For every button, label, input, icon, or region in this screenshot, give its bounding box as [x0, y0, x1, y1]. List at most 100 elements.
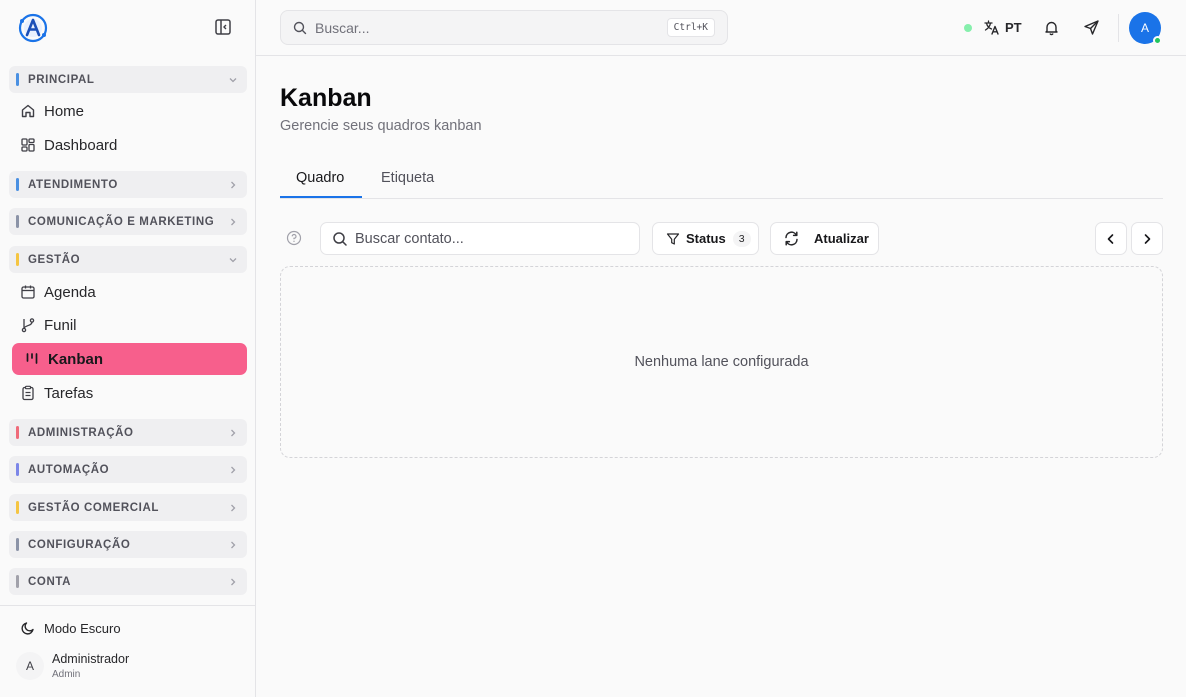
- kanban-board-empty-state: Nenhuma lane configurada: [280, 266, 1163, 458]
- section-title: GESTÃO COMERCIAL: [28, 501, 159, 514]
- search-shortcut-hint: Ctrl+K: [666, 18, 715, 37]
- search-icon: [333, 231, 347, 246]
- section-title: AUTOMAÇÃO: [28, 463, 110, 476]
- chevron-right-icon: [231, 541, 236, 548]
- sidebar-item-agenda[interactable]: Agenda: [12, 276, 247, 308]
- sidebar-item-kanban[interactable]: Kanban: [12, 343, 247, 375]
- dark-mode-label: Modo Escuro: [44, 620, 121, 636]
- sidebar-item-home[interactable]: Home: [12, 95, 247, 127]
- page-subtitle: Gerencie seus quadros kanban: [280, 118, 482, 134]
- section-color-bar: [16, 426, 19, 439]
- section-configuracao[interactable]: CONFIGURAÇÃO: [9, 531, 247, 558]
- section-title: PRINCIPAL: [28, 73, 95, 86]
- section-color-bar: [16, 463, 19, 476]
- empty-state-message: Nenhuma lane configurada: [634, 354, 809, 370]
- header-divider: [1118, 14, 1119, 42]
- sidebar-item-label: Kanban: [48, 350, 104, 368]
- chevron-left-icon: [1107, 233, 1114, 244]
- tab-etiqueta[interactable]: Etiqueta: [381, 170, 434, 186]
- section-gestao[interactable]: GESTÃO: [9, 246, 247, 273]
- top-bar: Buscar... Ctrl+K PT A: [256, 0, 1186, 56]
- online-status-indicator: [964, 24, 972, 32]
- sidebar-header: [0, 0, 255, 56]
- search-icon: [293, 21, 307, 34]
- contact-search-placeholder: Buscar contato...: [355, 230, 464, 247]
- section-conta[interactable]: CONTA: [9, 568, 247, 595]
- user-avatar-button[interactable]: A: [1129, 12, 1162, 45]
- user-role: Admin: [52, 669, 81, 680]
- status-count-badge: 3: [732, 230, 751, 247]
- section-color-bar: [16, 538, 19, 551]
- section-title: ADMINISTRAÇÃO: [28, 426, 134, 439]
- sidebar-item-label: Agenda: [44, 283, 96, 301]
- translate-icon: [984, 20, 999, 35]
- sidebar-item-label: Tarefas: [44, 384, 94, 402]
- language-code: PT: [1005, 20, 1022, 35]
- app-logo-icon[interactable]: [16, 11, 50, 45]
- chevron-down-icon: [229, 257, 237, 262]
- chevron-right-icon: [231, 578, 236, 585]
- sidebar-item-tarefas[interactable]: Tarefas: [12, 377, 247, 409]
- scroll-left-button[interactable]: [1095, 222, 1127, 255]
- user-name: Administrador: [52, 652, 130, 666]
- chevron-right-icon: [231, 504, 236, 511]
- section-color-bar: [16, 215, 19, 228]
- section-color-bar: [16, 575, 19, 588]
- status-filter-button[interactable]: Status 3: [652, 222, 759, 255]
- chevron-right-icon: [231, 429, 236, 436]
- bell-icon[interactable]: [1043, 19, 1060, 36]
- section-atendimento[interactable]: ATENDIMENTO: [9, 171, 247, 198]
- send-icon[interactable]: [1083, 19, 1100, 36]
- sidebar-item-dashboard[interactable]: Dashboard: [12, 129, 247, 161]
- sidebar-footer: Modo Escuro A Administrador Admin: [0, 605, 255, 697]
- chevron-down-icon: [229, 77, 237, 82]
- refresh-icon: [785, 231, 798, 246]
- sidebar: PRINCIPAL Home Dashboard ATENDIMENTO COM…: [0, 0, 256, 697]
- sidebar-item-label: Funil: [44, 316, 77, 334]
- section-title: GESTÃO: [28, 253, 81, 266]
- refresh-button[interactable]: Atualizar: [770, 222, 879, 255]
- collapse-sidebar-icon[interactable]: [214, 18, 232, 36]
- section-automacao[interactable]: AUTOMAÇÃO: [9, 456, 247, 483]
- section-title: CONFIGURAÇÃO: [28, 538, 131, 551]
- calendar-icon: [20, 284, 36, 300]
- scroll-right-button[interactable]: [1131, 222, 1163, 255]
- search-placeholder: Buscar...: [315, 19, 370, 36]
- language-switcher[interactable]: PT: [983, 19, 1022, 36]
- chevron-right-icon: [231, 466, 236, 473]
- section-title: COMUNICAÇÃO E MARKETING: [28, 215, 215, 228]
- tab-quadro[interactable]: Quadro: [296, 170, 344, 186]
- help-circle-icon[interactable]: [286, 230, 302, 246]
- git-branch-icon: [20, 317, 36, 333]
- section-comunicacao-marketing[interactable]: COMUNICAÇÃO E MARKETING: [9, 208, 247, 235]
- active-tab-indicator: [280, 196, 362, 198]
- section-color-bar: [16, 73, 19, 86]
- chevron-right-icon: [231, 181, 236, 188]
- global-search-input[interactable]: Buscar... Ctrl+K: [280, 10, 728, 45]
- chevron-right-icon: [231, 218, 236, 225]
- avatar: A: [16, 652, 44, 680]
- sidebar-user-profile[interactable]: A Administrador Admin: [16, 652, 129, 680]
- contact-search-input[interactable]: Buscar contato...: [320, 222, 640, 255]
- dark-mode-toggle[interactable]: Modo Escuro: [20, 620, 121, 636]
- section-color-bar: [16, 501, 19, 514]
- tab-bar: Quadro Etiqueta: [280, 168, 1163, 199]
- clipboard-list-icon: [20, 385, 36, 401]
- sidebar-item-label: Home: [44, 102, 85, 120]
- status-filter-label: Status: [686, 231, 726, 246]
- sidebar-item-funil[interactable]: Funil: [12, 309, 247, 341]
- refresh-label: Atualizar: [814, 231, 869, 246]
- filter-icon: [666, 232, 680, 245]
- dashboard-icon: [20, 137, 36, 153]
- section-color-bar: [16, 178, 19, 191]
- kanban-icon: [24, 351, 40, 367]
- moon-icon: [21, 622, 34, 635]
- section-administracao[interactable]: ADMINISTRAÇÃO: [9, 419, 247, 446]
- avatar-initial: A: [1140, 21, 1149, 35]
- sidebar-item-label: Dashboard: [44, 136, 118, 154]
- section-gestao-comercial[interactable]: GESTÃO COMERCIAL: [9, 494, 247, 521]
- section-title: ATENDIMENTO: [28, 178, 118, 191]
- section-principal[interactable]: PRINCIPAL: [9, 66, 247, 93]
- page-title: Kanban: [280, 84, 372, 112]
- section-title: CONTA: [28, 575, 72, 588]
